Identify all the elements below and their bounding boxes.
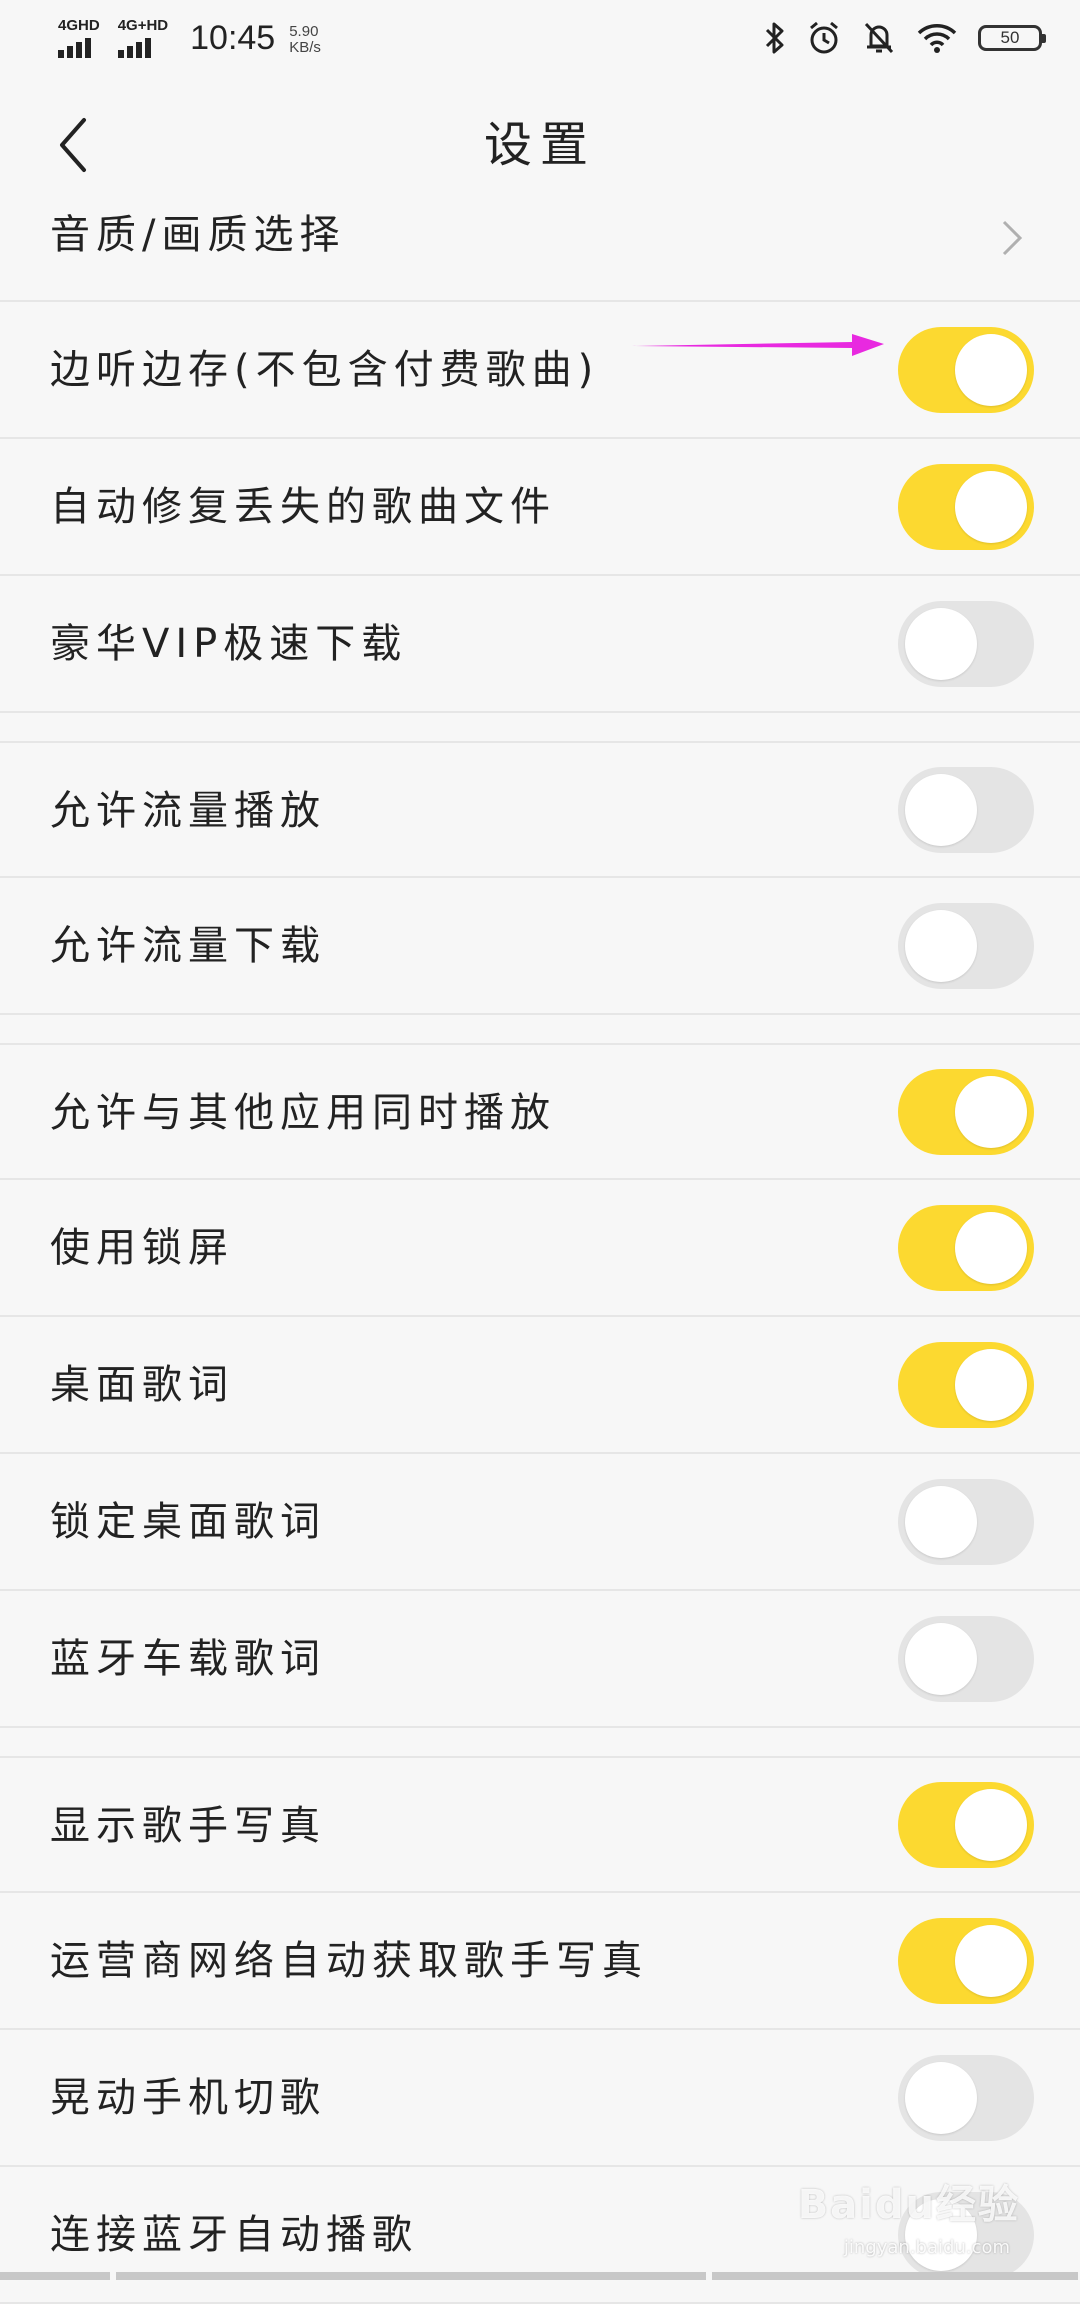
network-speed: 5.90 KB/s [289, 24, 321, 56]
clock: 10:45 [190, 19, 276, 57]
setting-label: 使用锁屏 [50, 1225, 234, 1271]
speed-unit: KB/s [289, 39, 321, 56]
toggle-switch[interactable] [898, 326, 1034, 413]
toggle-switch[interactable] [898, 1917, 1034, 2004]
chevron-right-icon [1002, 220, 1023, 256]
toggle-switch[interactable] [898, 1204, 1034, 1291]
setting-show-artist-photo: 显示歌手写真 [0, 1756, 1080, 1893]
status-left: 4GHD 4G+HD 10:45 5.90 KB/s [58, 18, 321, 58]
setting-label: 蓝牙车载歌词 [50, 1636, 326, 1682]
gesture-bar [0, 2272, 1080, 2280]
setting-bluetooth-car-lyrics: 蓝牙车载歌词 [0, 1591, 1080, 1728]
mute-icon [864, 22, 894, 54]
setting-label: 自动修复丢失的歌曲文件 [50, 484, 556, 530]
toggle-switch[interactable] [898, 463, 1034, 550]
toggle-knob [905, 1622, 977, 1695]
setting-data-playback: 允许流量播放 [0, 741, 1080, 878]
toggle-switch[interactable] [898, 600, 1034, 687]
toggle-knob [955, 1348, 1027, 1421]
speed-value: 5.90 [289, 23, 319, 40]
toggle-knob [955, 470, 1027, 543]
setting-label: 边听边存(不包含付费歌曲) [50, 347, 600, 393]
setting-lock-screen: 使用锁屏 [0, 1180, 1080, 1317]
alarm-icon [810, 21, 838, 54]
setting-label: 桌面歌词 [50, 1362, 234, 1408]
toggle-knob [905, 909, 977, 982]
wifi-icon [917, 24, 957, 53]
setting-carrier-artist-photo: 运营商网络自动获取歌手写真 [0, 1893, 1080, 2030]
setting-label: 豪华VIP极速下载 [50, 621, 408, 667]
setting-data-download: 允许流量下载 [0, 878, 1080, 1015]
status-right: 50 [764, 20, 1046, 56]
toggle-switch[interactable] [898, 1781, 1034, 1868]
setting-auto-repair: 自动修复丢失的歌曲文件 [0, 439, 1080, 576]
setting-label: 显示歌手写真 [50, 1803, 326, 1849]
toggle-knob [955, 1211, 1027, 1284]
setting-label: 锁定桌面歌词 [50, 1499, 326, 1545]
annotation-arrow [632, 334, 884, 356]
toggle-switch[interactable] [898, 1068, 1034, 1155]
toggle-switch[interactable] [898, 1615, 1034, 1702]
setting-vip-fast-download: 豪华VIP极速下载 [0, 576, 1080, 713]
setting-lock-desktop-lyrics: 锁定桌面歌词 [0, 1454, 1080, 1591]
watermark-logo: Baidu经验 [797, 2182, 1020, 2228]
toggle-switch[interactable] [898, 2054, 1034, 2141]
toggle-knob [905, 1485, 977, 1558]
setting-label: 允许与其他应用同时播放 [50, 1090, 556, 1136]
page-title: 设置 [483, 117, 596, 173]
setting-cache-while-listening: 边听边存(不包含付费歌曲) [0, 302, 1080, 439]
toggle-knob [955, 1788, 1027, 1861]
bluetooth-icon [765, 22, 784, 54]
toggle-knob [955, 1924, 1027, 1997]
status-bar: 4GHD 4G+HD 10:45 5.90 KB/s 50 [0, 0, 1080, 80]
setting-label: 晃动手机切歌 [50, 2075, 326, 2121]
toggle-knob [905, 2061, 977, 2134]
setting-desktop-lyrics: 桌面歌词 [0, 1317, 1080, 1454]
setting-shake-to-switch: 晃动手机切歌 [0, 2030, 1080, 2167]
toggle-knob [905, 773, 977, 846]
toggle-switch[interactable] [898, 766, 1034, 853]
signal-1: 4GHD [58, 18, 100, 58]
battery-icon: 50 [978, 25, 1046, 51]
signal-bars-icon [117, 36, 151, 58]
toggle-knob [955, 1075, 1027, 1148]
toggle-knob [955, 333, 1027, 406]
signal-2: 4G+HD [117, 17, 169, 58]
setting-label: 允许流量播放 [50, 788, 326, 834]
setting-label: 音质/画质选择 [50, 212, 346, 258]
setting-label: 运营商网络自动获取歌手写真 [50, 1938, 648, 1984]
toggle-switch[interactable] [898, 1478, 1034, 1565]
setting-mix-with-others: 允许与其他应用同时播放 [0, 1043, 1080, 1180]
signal-bars-icon [58, 36, 91, 58]
network-type-1: 4GHD [58, 17, 100, 34]
toggle-switch[interactable] [898, 902, 1034, 989]
toggle-knob [905, 607, 977, 680]
battery-level: 50 [1000, 28, 1020, 47]
settings-list: 音质/画质选择 边听边存(不包含付费歌曲) 自动修复丢失的歌曲文件 豪华VIP极… [0, 190, 1080, 2304]
network-type-2: 4G+HD [117, 17, 169, 34]
setting-label: 允许流量下载 [50, 923, 326, 969]
toggle-switch[interactable] [898, 1341, 1034, 1428]
watermark-url: jingyan.baidu.com [843, 2237, 1010, 2258]
setting-label: 连接蓝牙自动播歌 [50, 2212, 418, 2258]
setting-quality-select[interactable]: 音质/画质选择 [0, 190, 1080, 302]
